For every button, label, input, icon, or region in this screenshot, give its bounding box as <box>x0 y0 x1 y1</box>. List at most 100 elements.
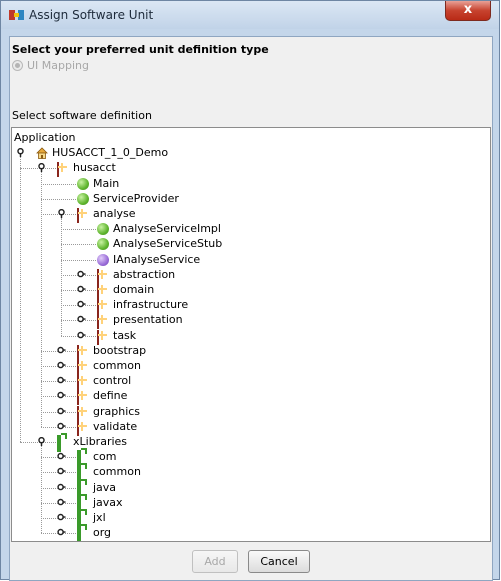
tree-node[interactable]: Main <box>12 176 488 191</box>
tree-node-label: com <box>93 450 117 464</box>
tree-node[interactable]: task <box>12 328 488 345</box>
tree-node-label: Main <box>93 176 120 190</box>
tree-node[interactable]: AnalyseServiceStub <box>12 236 488 251</box>
tree-node-label: domain <box>113 283 155 296</box>
collapsed-toggle-icon[interactable] <box>77 331 86 340</box>
tree-node-label: bootstrap <box>93 343 147 357</box>
collapsed-toggle-icon[interactable] <box>57 528 66 537</box>
collapsed-toggle-icon[interactable] <box>57 483 66 492</box>
software-definition-tree[interactable]: Application HUSACCT_1_0_Demo husacct Main Se… <box>11 127 491 542</box>
tree-node[interactable]: HUSACCT_1_0_Demo <box>12 145 488 160</box>
tree-connector-line <box>61 229 96 231</box>
tree-node[interactable]: IAnalyseService <box>12 252 488 267</box>
assign-software-unit-dialog: Assign Software Unit x Select your prefe… <box>0 0 500 581</box>
tree-node-label: org <box>93 526 112 540</box>
tree-node-label: control <box>93 374 132 388</box>
tree-node[interactable]: javax <box>12 495 488 513</box>
unit-type-heading: Select your preferred unit definition ty… <box>12 43 269 56</box>
tree-node-label: xLibraries <box>73 435 128 448</box>
class-icon <box>77 177 89 190</box>
collapsed-toggle-icon[interactable] <box>77 285 86 294</box>
button-bar: Add Cancel <box>10 547 492 577</box>
tree-node[interactable]: control <box>12 373 488 391</box>
tree-node[interactable]: ServiceProvider <box>12 191 488 206</box>
collapsed-toggle-icon[interactable] <box>77 300 86 309</box>
tree-node-label: AnalyseServiceStub <box>113 237 223 251</box>
collapsed-toggle-icon[interactable] <box>57 452 66 461</box>
collapsed-toggle-icon[interactable] <box>77 270 86 279</box>
tree-node-label: AnalyseServiceImpl <box>113 222 221 236</box>
tree-node[interactable]: java <box>12 480 488 498</box>
add-button[interactable]: Add <box>192 550 238 573</box>
collapsed-toggle-icon[interactable] <box>57 391 66 400</box>
collapsed-toggle-icon[interactable] <box>57 346 66 355</box>
tree-node-label: husacct <box>73 161 116 175</box>
tree-node-label: infrastructure <box>113 298 189 312</box>
collapsed-toggle-icon[interactable] <box>57 422 66 431</box>
collapsed-toggle-icon[interactable] <box>57 513 66 522</box>
tree-node[interactable]: graphics <box>12 404 488 421</box>
collapsed-toggle-icon[interactable] <box>57 498 66 507</box>
tree-node-label: graphics <box>93 404 141 418</box>
tree-connector-line <box>61 259 96 261</box>
tree-node[interactable]: husacct <box>12 160 488 178</box>
app-icon <box>9 10 24 20</box>
expanded-toggle-icon[interactable] <box>37 437 46 446</box>
tree-node[interactable]: analyse <box>12 206 488 223</box>
tree-node[interactable]: abstraction <box>12 267 488 284</box>
ui-mapping-radio[interactable] <box>12 60 23 71</box>
tree-node[interactable]: bootstrap <box>12 343 488 360</box>
tree-node[interactable]: Application <box>12 130 488 145</box>
tree-node[interactable]: jxl <box>12 510 488 528</box>
tree-node[interactable]: org <box>12 525 488 541</box>
window-title: Assign Software Unit <box>29 8 154 22</box>
interface-icon <box>97 253 109 266</box>
class-icon <box>97 238 109 251</box>
collapsed-toggle-icon[interactable] <box>57 467 66 476</box>
ui-mapping-label: UI Mapping <box>27 59 89 72</box>
tree-connector-line <box>41 183 76 185</box>
tree-node[interactable]: define <box>12 388 488 406</box>
close-icon: x <box>463 2 473 17</box>
title-bar[interactable]: Assign Software Unit x <box>1 1 499 29</box>
tree-node-label: java <box>93 480 117 494</box>
class-icon <box>97 223 109 236</box>
expanded-toggle-icon[interactable] <box>57 209 66 218</box>
tree-node-label: define <box>93 389 128 403</box>
tree-node-label: task <box>113 328 137 342</box>
tree-node-label: presentation <box>113 313 183 327</box>
tree-node-label: common <box>93 359 141 372</box>
tree-node-label: common <box>93 465 141 479</box>
cancel-button[interactable]: Cancel <box>248 550 310 573</box>
tree-node-label: validate <box>93 419 138 433</box>
tree-node-label: jxl <box>93 511 106 524</box>
tree-node[interactable]: presentation <box>12 312 488 330</box>
tree-node-label: HUSACCT_1_0_Demo <box>52 146 169 160</box>
library-icon <box>77 526 81 541</box>
class-icon <box>77 192 89 205</box>
tree-node-label: ServiceProvider <box>93 191 179 205</box>
tree-node[interactable]: common <box>12 358 488 375</box>
collapsed-toggle-icon[interactable] <box>77 315 86 324</box>
collapsed-toggle-icon[interactable] <box>57 361 66 370</box>
tree-node[interactable]: infrastructure <box>12 297 488 315</box>
close-button[interactable]: x <box>445 1 491 21</box>
tree-node[interactable]: xLibraries <box>12 434 488 452</box>
collapsed-toggle-icon[interactable] <box>57 376 66 385</box>
ui-mapping-option[interactable]: UI Mapping <box>12 59 89 72</box>
tree-node[interactable]: validate <box>12 419 488 436</box>
tree-node[interactable]: domain <box>12 282 488 299</box>
home-icon <box>36 147 48 160</box>
tree-node[interactable]: common <box>12 464 488 483</box>
expanded-toggle-icon[interactable] <box>37 163 46 173</box>
tree-node-label: Application <box>14 131 76 144</box>
tree-node-label: analyse <box>93 207 136 220</box>
tree-node[interactable]: com <box>12 449 488 468</box>
dialog-content: Select your preferred unit definition ty… <box>9 36 493 581</box>
software-definition-heading: Select software definition <box>12 109 152 122</box>
tree-node-label: IAnalyseService <box>113 252 201 266</box>
expanded-toggle-icon[interactable] <box>16 148 25 158</box>
tree-node-label: abstraction <box>113 267 176 281</box>
collapsed-toggle-icon[interactable] <box>57 407 66 416</box>
tree-node[interactable]: AnalyseServiceImpl <box>12 221 488 236</box>
